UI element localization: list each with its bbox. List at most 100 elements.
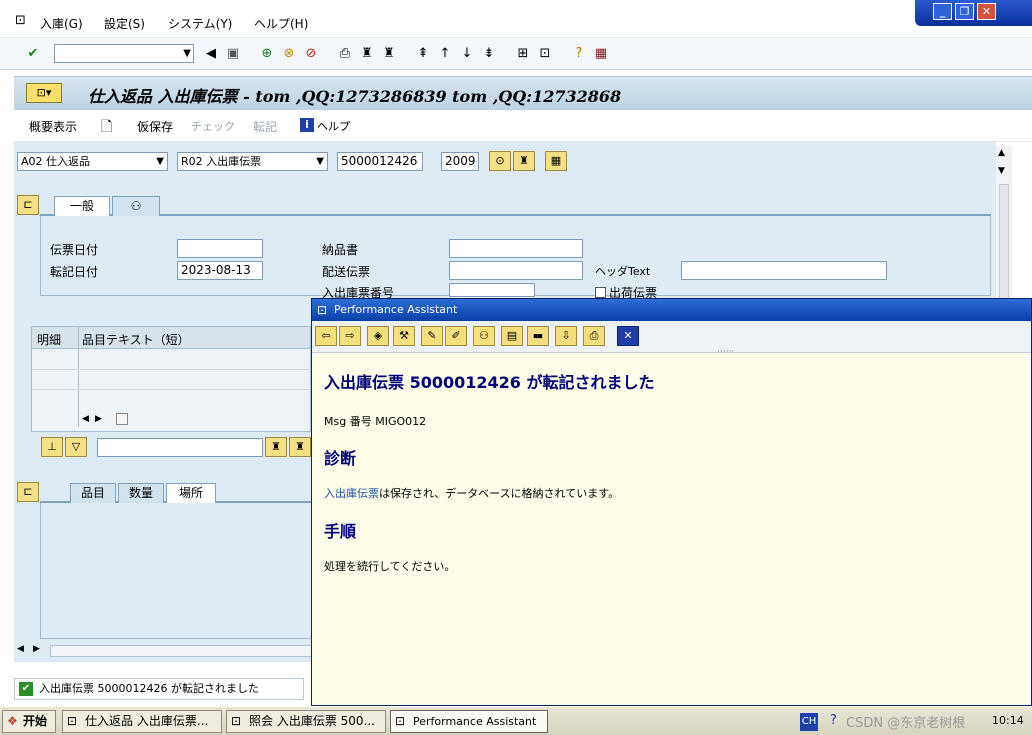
hscroll-left-icon[interactable]: ◀ <box>17 644 24 654</box>
edit-icon[interactable]: ✎ <box>421 326 443 346</box>
collapse-detail-icon[interactable]: ⊏ <box>17 482 39 502</box>
print-icon[interactable]: ⎙ <box>336 45 354 63</box>
doc-date-field[interactable] <box>177 239 263 258</box>
technical-info-icon[interactable]: ⚒ <box>393 326 415 346</box>
minimize-icon[interactable]: _ <box>933 3 952 20</box>
status-message[interactable]: 入出庫伝票 5000012426 が転記されました <box>39 682 259 695</box>
new-session-icon[interactable]: ⊞ <box>514 45 532 63</box>
outbound-checkbox[interactable] <box>595 287 606 298</box>
person-icon[interactable]: ⚇ <box>473 326 495 346</box>
hscroll-track[interactable] <box>50 645 312 657</box>
item-find-icon[interactable]: ♜ <box>265 437 287 457</box>
menu-goods-movement[interactable]: 入庫(G) <box>40 15 83 32</box>
scroll-up-icon[interactable]: ▲ <box>998 148 1005 158</box>
list-icon[interactable]: ▤ <box>501 326 523 346</box>
tab-general[interactable]: 一般 <box>54 196 110 216</box>
table-row[interactable] <box>32 389 310 390</box>
scroll-right-icon[interactable]: ▶ <box>95 414 102 424</box>
reference-select[interactable]: R02 入出庫伝票 ▼ <box>177 152 328 171</box>
menu-settings[interactable]: 設定(S) <box>104 15 145 32</box>
tab-material[interactable]: 品目 <box>70 483 116 503</box>
bill-of-lading-field[interactable] <box>449 261 583 280</box>
close-icon[interactable]: ✕ <box>977 3 996 20</box>
binoculars-icon[interactable]: ♜ <box>513 151 535 171</box>
execute-icon[interactable]: ⊙ <box>489 151 511 171</box>
shortcut-icon[interactable]: ⊡ <box>536 45 554 63</box>
scroll-left-icon[interactable]: ◀ <box>82 414 89 424</box>
menu-system[interactable]: システム(Y) <box>168 15 232 32</box>
find-next-icon[interactable]: ♜ <box>380 45 398 63</box>
chevron-down-icon[interactable]: ▼ <box>156 153 164 170</box>
document-number-field[interactable]: 5000012426 <box>337 152 423 171</box>
tab-where[interactable]: 場所 <box>166 483 216 503</box>
hold-button[interactable]: 仮保存 <box>137 118 173 135</box>
tab-quantity[interactable]: 数量 <box>118 483 164 503</box>
back-icon[interactable]: ⊕ <box>258 45 276 63</box>
item-search-field[interactable] <box>97 438 263 457</box>
start-button[interactable]: ❖ 开始 <box>2 710 56 733</box>
language-indicator[interactable]: CH <box>800 713 818 731</box>
back-arrow-icon[interactable]: ◀ <box>202 45 220 63</box>
scroll-thumb[interactable] <box>999 184 1009 304</box>
collapse-header-icon[interactable]: ⊏ <box>17 195 39 215</box>
check-button[interactable]: チェック <box>191 118 235 134</box>
command-field[interactable]: ▼ <box>54 44 194 63</box>
diagnosis-link[interactable]: 入出庫伝票 <box>324 487 379 500</box>
new-document-icon[interactable]: 🗋 <box>101 116 112 140</box>
prev-page-icon[interactable]: ↑ <box>436 45 454 63</box>
save-icon[interactable]: ▣ <box>224 45 242 63</box>
status-bar: ✔ 入出庫伝票 5000012426 が転記されました <box>14 678 304 700</box>
scroll-thumb[interactable] <box>116 413 128 425</box>
action-select[interactable]: A02 仕入返品 ▼ <box>17 152 168 171</box>
menu-toggle-icon[interactable]: ⊡▾ <box>26 83 62 103</box>
print-icon[interactable]: ⎙ <box>583 326 605 346</box>
delivery-note-field[interactable] <box>449 239 583 258</box>
help-button[interactable]: ヘルプ <box>317 118 350 134</box>
export-icon[interactable]: ⇩ <box>555 326 577 346</box>
task-performance-assistant[interactable]: ⊡ Performance Assistant <box>390 710 548 733</box>
restore-icon[interactable]: ❐ <box>955 3 974 20</box>
layout-icon[interactable]: ▦ <box>592 45 610 63</box>
task-display-doc[interactable]: ⊡ 照会 入出庫伝票 500... <box>226 710 386 733</box>
post-button[interactable]: 転記 <box>253 118 277 135</box>
note-icon[interactable]: ✐ <box>445 326 467 346</box>
last-page-icon[interactable]: ⇟ <box>480 45 498 63</box>
post-date-field[interactable]: 2023-08-13 <box>177 261 263 280</box>
info-icon[interactable]: i <box>300 118 314 132</box>
table-icon[interactable]: ▦ <box>545 151 567 171</box>
item-add-icon[interactable]: ⊥ <box>41 437 63 457</box>
menu-help[interactable]: ヘルプ(H) <box>254 15 308 32</box>
item-find-next-icon[interactable]: ♜ <box>289 437 311 457</box>
chevron-down-icon[interactable]: ▼ <box>316 153 324 170</box>
exit-icon[interactable]: ⊗ <box>280 45 298 63</box>
tab-partner-icon[interactable]: ⚇ <box>112 196 160 216</box>
forward-arrow-icon[interactable]: ⇨ <box>339 326 361 346</box>
back-arrow-icon[interactable]: ⇦ <box>315 326 337 346</box>
task-migo-return[interactable]: ⊡ 仕入返品 入出庫伝票... <box>62 710 222 733</box>
display-icon[interactable]: ▬ <box>527 326 549 346</box>
hscroll-right-icon[interactable]: ▶ <box>33 644 40 654</box>
scroll-down-icon[interactable]: ▼ <box>998 166 1005 176</box>
help-tray-icon[interactable]: ? <box>830 713 837 728</box>
gr-slip-field[interactable] <box>449 283 535 297</box>
find-icon[interactable]: ♜ <box>358 45 376 63</box>
success-check-icon[interactable]: ✔ <box>19 682 33 696</box>
table-row[interactable] <box>32 369 310 370</box>
column-header-item: 明細 <box>37 333 62 347</box>
header-text-field[interactable] <box>681 261 887 280</box>
year-field[interactable]: 2009 <box>441 152 479 171</box>
enter-icon[interactable]: ✔ <box>24 45 42 63</box>
standard-toolbar: ✔ ▼ ◀ ▣ ⊕ ⊗ ⊘ ⎙ ♜ ♜ ⇞ ↑ ↓ ⇟ ⊞ ⊡ ? ▦ <box>0 38 1032 70</box>
cancel-icon[interactable]: ⊘ <box>302 45 320 63</box>
chevron-down-icon[interactable]: ▼ <box>183 45 191 62</box>
help-icon[interactable]: ? <box>570 45 588 63</box>
item-filter-icon[interactable]: ▽ <box>65 437 87 457</box>
next-page-icon[interactable]: ↓ <box>458 45 476 63</box>
popup-title-bar[interactable]: ⊡ Performance Assistant <box>312 299 1031 321</box>
column-header-text: 品目テキスト（短） <box>82 333 190 347</box>
menu-icon[interactable]: ⊡ <box>15 13 26 28</box>
first-page-icon[interactable]: ⇞ <box>414 45 432 63</box>
close-icon[interactable]: ✕ <box>617 326 639 346</box>
book-icon[interactable]: ◈ <box>367 326 389 346</box>
summary-button[interactable]: 概要表示 <box>29 118 77 135</box>
